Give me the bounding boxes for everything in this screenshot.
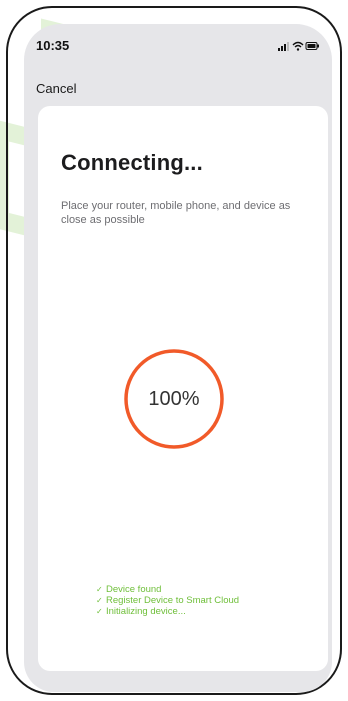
step-label: Device found: [106, 584, 162, 595]
wifi-icon: [292, 41, 304, 51]
check-icon: ✓: [96, 596, 103, 605]
phone-screen: 10:35 Cancel Connecting... Place your ro…: [24, 24, 332, 692]
connecting-card: Connecting... Place your router, mobile …: [38, 106, 328, 671]
step-item-initializing: ✓ Initializing device...: [96, 606, 316, 617]
status-time: 10:35: [36, 38, 70, 53]
page-canvas: 10:35 Cancel Connecting... Place your ro…: [0, 0, 348, 701]
battery-icon: [305, 42, 319, 50]
step-label: Register Device to Smart Cloud: [106, 595, 240, 606]
step-item-register-device: ✓ Register Device to Smart Cloud: [96, 595, 316, 606]
check-icon: ✓: [96, 607, 103, 616]
check-icon: ✓: [96, 585, 103, 594]
progress-percent: 100%: [148, 388, 200, 410]
status-icons: [278, 41, 319, 51]
step-list: ✓ Device found ✓ Register Device to Smart …: [96, 584, 316, 617]
cancel-button[interactable]: Cancel: [36, 81, 76, 96]
step-label: Initializing device...: [106, 606, 186, 617]
instruction-text: Place your router, mobile phone, and dev…: [61, 200, 291, 226]
status-bar: 10:35: [24, 24, 332, 64]
signal-icon: [278, 42, 289, 51]
step-item-device-found: ✓ Device found: [96, 584, 316, 595]
page-title: Connecting...: [61, 150, 203, 175]
